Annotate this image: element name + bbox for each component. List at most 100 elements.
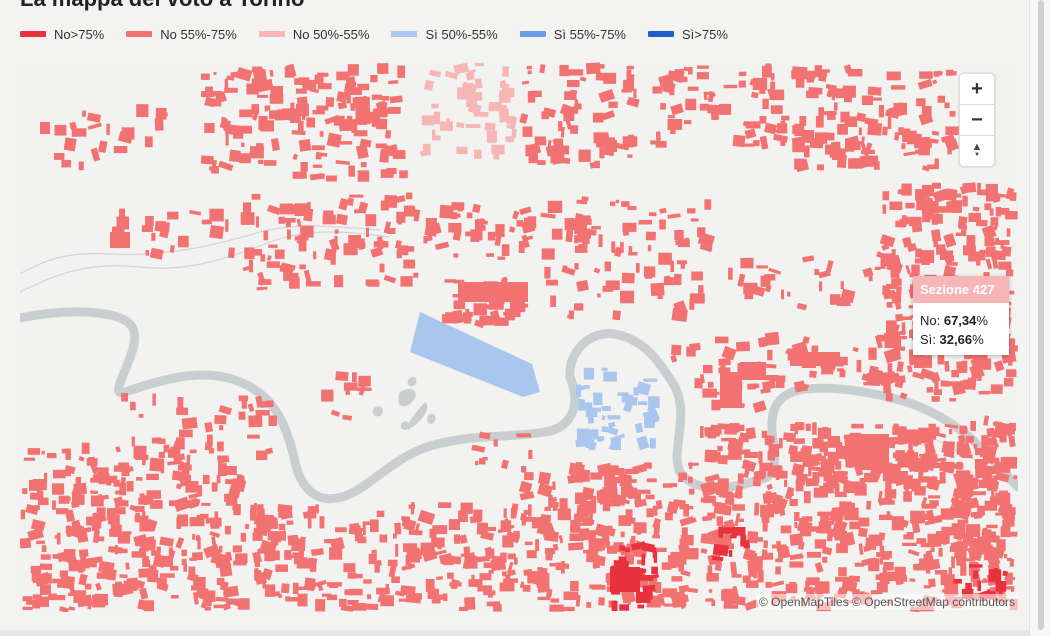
building[interactable] [903, 534, 907, 540]
building[interactable] [151, 232, 156, 241]
building[interactable] [984, 465, 992, 476]
building[interactable] [466, 212, 473, 219]
building[interactable] [159, 536, 175, 547]
building[interactable] [563, 591, 579, 601]
building[interactable] [348, 165, 356, 177]
building[interactable] [108, 514, 120, 525]
building[interactable] [310, 547, 324, 557]
building[interactable] [715, 336, 729, 344]
building[interactable] [894, 277, 899, 285]
building[interactable] [181, 416, 198, 430]
building[interactable] [81, 110, 87, 117]
building[interactable] [326, 132, 342, 148]
building[interactable] [770, 81, 776, 90]
building[interactable] [46, 452, 57, 459]
building[interactable] [52, 595, 66, 601]
building[interactable] [708, 589, 713, 593]
building[interactable] [893, 452, 897, 459]
building[interactable] [876, 582, 883, 595]
building[interactable] [888, 441, 896, 449]
building[interactable] [655, 131, 661, 142]
building[interactable] [90, 490, 98, 495]
building[interactable] [540, 212, 556, 219]
building[interactable] [403, 518, 417, 532]
building[interactable] [965, 435, 974, 443]
building[interactable] [995, 237, 999, 245]
building[interactable] [731, 527, 746, 536]
building[interactable] [949, 398, 957, 402]
building[interactable] [168, 448, 181, 458]
building[interactable] [941, 250, 954, 260]
building[interactable] [269, 94, 284, 104]
building[interactable] [799, 116, 807, 126]
building[interactable] [610, 201, 616, 206]
building[interactable] [247, 403, 255, 413]
building[interactable] [278, 523, 286, 531]
building[interactable] [974, 448, 983, 456]
building[interactable] [497, 256, 506, 260]
building[interactable] [482, 457, 488, 461]
building[interactable] [738, 80, 746, 88]
building[interactable] [340, 604, 354, 612]
building[interactable] [605, 480, 617, 490]
building[interactable] [335, 371, 349, 382]
building[interactable] [928, 423, 936, 437]
building[interactable] [928, 495, 941, 499]
building[interactable] [955, 232, 967, 236]
building[interactable] [714, 562, 723, 572]
building[interactable] [501, 459, 509, 470]
building[interactable] [107, 475, 118, 483]
building[interactable] [295, 554, 300, 561]
building[interactable] [175, 437, 185, 450]
building[interactable] [337, 101, 347, 110]
building[interactable] [621, 394, 634, 403]
building[interactable] [775, 566, 781, 575]
building[interactable] [948, 429, 953, 435]
building[interactable] [849, 521, 861, 530]
building[interactable] [547, 200, 563, 213]
building[interactable] [868, 273, 873, 282]
building[interactable] [634, 493, 642, 505]
building[interactable] [347, 64, 359, 76]
building[interactable] [1002, 570, 1008, 577]
building[interactable] [679, 505, 694, 510]
building[interactable] [177, 235, 189, 248]
building-block[interactable] [740, 362, 766, 380]
building[interactable] [834, 102, 838, 111]
building[interactable] [667, 115, 675, 119]
building[interactable] [224, 78, 229, 89]
building[interactable] [204, 421, 214, 433]
building[interactable] [636, 528, 641, 535]
building[interactable] [629, 276, 634, 282]
building[interactable] [660, 102, 667, 110]
building[interactable] [158, 438, 166, 444]
building[interactable] [330, 251, 336, 265]
building[interactable] [738, 518, 744, 522]
building[interactable] [279, 265, 294, 273]
building[interactable] [397, 65, 406, 78]
building[interactable] [511, 128, 517, 138]
building[interactable] [78, 456, 85, 462]
building[interactable] [827, 132, 835, 141]
building[interactable] [315, 504, 319, 514]
building[interactable] [683, 504, 690, 517]
building[interactable] [306, 117, 316, 128]
building[interactable] [605, 280, 620, 291]
building[interactable] [577, 233, 584, 243]
building[interactable] [22, 488, 28, 494]
building[interactable] [528, 449, 533, 459]
building[interactable] [759, 116, 767, 124]
building[interactable] [823, 458, 828, 465]
building[interactable] [603, 371, 617, 382]
building[interactable] [859, 140, 867, 152]
building[interactable] [976, 367, 981, 373]
building[interactable] [126, 481, 134, 492]
building[interactable] [684, 548, 699, 560]
building[interactable] [247, 434, 260, 439]
building[interactable] [189, 557, 197, 561]
building[interactable] [593, 63, 599, 67]
building[interactable] [717, 478, 729, 486]
building[interactable] [268, 244, 278, 248]
building[interactable] [275, 564, 288, 572]
building[interactable] [874, 266, 881, 270]
